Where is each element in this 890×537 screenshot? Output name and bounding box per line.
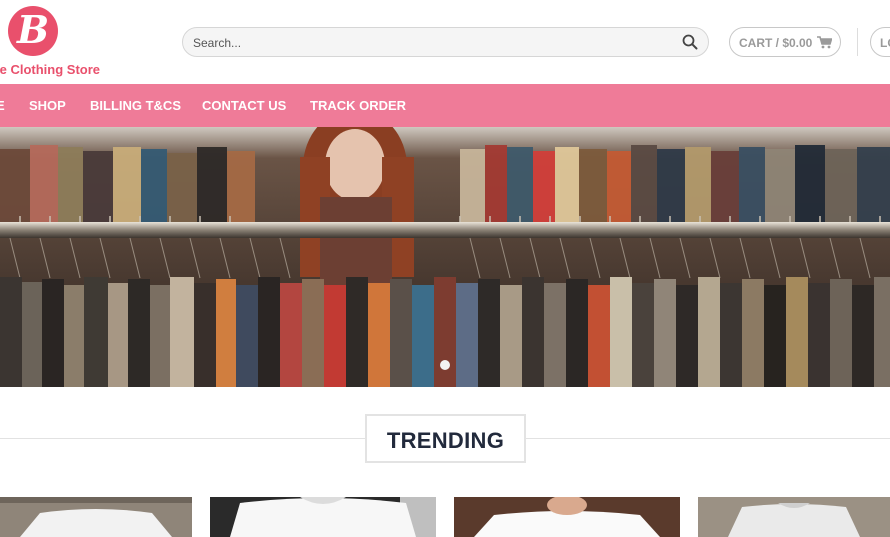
section-divider-left xyxy=(0,438,365,439)
product-image xyxy=(0,497,192,537)
product-card[interactable] xyxy=(698,497,890,537)
cart-icon xyxy=(817,36,832,49)
product-card[interactable] xyxy=(0,497,192,537)
store-logo[interactable]: B le Clothing Store xyxy=(0,4,116,80)
nav-item-shop[interactable]: SHOP xyxy=(29,98,66,113)
logo-text: le Clothing Store xyxy=(0,62,100,77)
login-label: LO xyxy=(880,36,890,50)
search-bar[interactable] xyxy=(182,27,709,57)
search-input[interactable] xyxy=(193,34,663,52)
cart-label: CART / $0.00 xyxy=(739,36,813,50)
nav-item-contact[interactable]: CONTACT US xyxy=(202,98,286,113)
main-nav: E SHOP BILLING T&CS CONTACT US TRACK ORD… xyxy=(0,84,890,127)
search-icon[interactable] xyxy=(682,34,698,50)
hero-banner-image xyxy=(0,127,890,387)
site-header: B le Clothing Store CART / $0.00 LO xyxy=(0,0,890,84)
nav-item-billing[interactable]: BILLING T&CS xyxy=(90,98,181,113)
product-card[interactable] xyxy=(454,497,680,537)
product-image xyxy=(454,497,680,537)
section-title: TRENDING xyxy=(386,428,505,453)
product-card[interactable] xyxy=(210,497,436,537)
section-divider-right xyxy=(526,438,890,439)
logo-letter: B xyxy=(16,7,50,52)
clothing-rack-photo xyxy=(0,127,890,387)
section-heading-box: TRENDING xyxy=(365,414,526,463)
product-image xyxy=(210,497,436,537)
cart-button[interactable]: CART / $0.00 xyxy=(729,27,841,57)
nav-item-track-order[interactable]: TRACK ORDER xyxy=(310,98,406,113)
slider-dot[interactable] xyxy=(440,360,450,370)
header-divider xyxy=(857,28,858,56)
nav-item-home[interactable]: E xyxy=(0,98,5,113)
product-image xyxy=(698,497,890,537)
login-button[interactable]: LO xyxy=(870,27,890,57)
